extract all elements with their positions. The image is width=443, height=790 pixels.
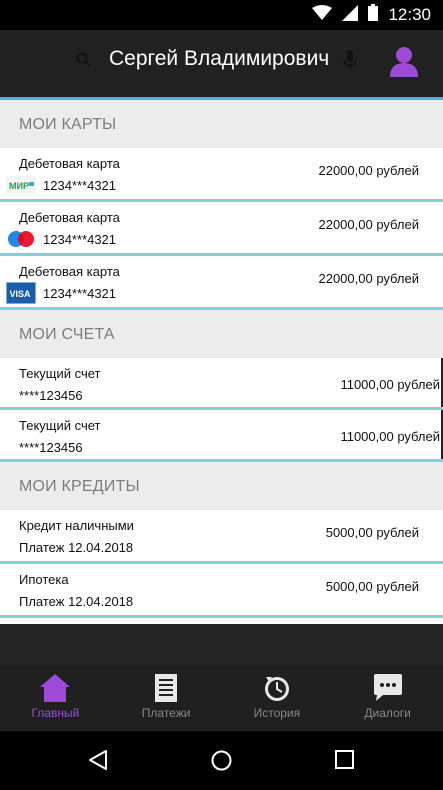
- card-balance: 22000,00 рублей: [318, 163, 419, 178]
- credit-payment-date: Платеж 12.04.2018: [19, 594, 134, 609]
- nav-item-payments[interactable]: Платежи: [111, 665, 222, 731]
- visa-logo-icon: VISA: [5, 281, 37, 305]
- nav-label: История: [253, 706, 301, 720]
- receipt-icon: [150, 673, 182, 703]
- credit-row[interactable]: Ипотека Платеж 12.04.2018 5000,00 рублей: [0, 564, 443, 618]
- card-title: Дебетовая карта: [19, 156, 120, 171]
- nav-label: Главный: [31, 706, 80, 720]
- nav-item-dialogs[interactable]: Диалоги: [332, 665, 443, 731]
- card-number: 1234***4321: [43, 286, 117, 301]
- mastercard-logo-icon: [6, 228, 36, 250]
- home-button-icon[interactable]: [211, 750, 232, 771]
- svg-text:VISA: VISA: [10, 289, 32, 299]
- history-icon: [261, 673, 293, 703]
- card-number: 1234***4321: [43, 232, 117, 247]
- nav-item-history[interactable]: История: [222, 665, 333, 731]
- section-title: МОИ КРЕДИТЫ: [19, 478, 140, 495]
- bottom-navigation: Главный Платежи История Диалоги: [0, 665, 443, 731]
- nav-label: Платежи: [141, 706, 191, 720]
- credit-amount: 5000,00 рублей: [325, 579, 419, 594]
- account-title: Текущий счет: [19, 366, 101, 381]
- search-icon[interactable]: [76, 52, 92, 68]
- account-row[interactable]: Текущий счет ****123456 11000,00 рублей: [0, 410, 443, 462]
- credit-amount: 5000,00 рублей: [325, 525, 419, 540]
- card-row[interactable]: Дебетовая карта VISA 1234***4321 22000,0…: [0, 256, 443, 310]
- card-row[interactable]: Дебетовая карта 1234***4321 22000,00 руб…: [0, 202, 443, 256]
- back-icon[interactable]: [88, 750, 108, 770]
- home-icon: [39, 673, 71, 703]
- content-footer-band: [0, 624, 443, 665]
- card-balance: 22000,00 рублей: [318, 271, 419, 286]
- account-number: ****123456: [19, 388, 83, 403]
- battery-icon: [368, 4, 379, 26]
- chat-icon: [372, 673, 404, 703]
- status-bar: 12:30: [0, 0, 443, 30]
- account-title: Текущий счет: [19, 418, 101, 433]
- status-time: 12:30: [388, 5, 431, 24]
- nav-item-home[interactable]: Главный: [0, 665, 111, 731]
- signal-icon: [342, 4, 359, 26]
- account-number: ****123456: [19, 440, 83, 455]
- page-title: Сергей Владимирович: [109, 47, 330, 70]
- wifi-icon: [312, 4, 333, 26]
- card-title: Дебетовая карта: [19, 210, 120, 225]
- svg-text:МИР: МИР: [9, 181, 29, 191]
- app-bar: Сергей Владимирович: [0, 30, 443, 97]
- section-header-credits: МОИ КРЕДИТЫ: [0, 462, 443, 510]
- main-content: МОИ КАРТЫ Дебетовая карта МИР 1234***432…: [0, 97, 443, 624]
- account-balance: 11000,00 рублей: [340, 429, 440, 444]
- section-header-accounts: МОИ СЧЕТА: [0, 310, 443, 358]
- mir-logo-icon: МИР: [6, 174, 36, 196]
- credit-title: Ипотека: [19, 572, 69, 587]
- recent-apps-icon[interactable]: [335, 750, 354, 769]
- section-title: МОИ СЧЕТА: [19, 326, 115, 343]
- section-title: МОИ КАРТЫ: [19, 116, 117, 133]
- section-header-cards: МОИ КАРТЫ: [0, 100, 443, 148]
- card-row[interactable]: Дебетовая карта МИР 1234***4321 22000,00…: [0, 148, 443, 202]
- microphone-icon[interactable]: [343, 50, 357, 70]
- system-navigation-bar: [0, 731, 443, 790]
- card-number: 1234***4321: [43, 178, 117, 193]
- credit-payment-date: Платеж 12.04.2018: [19, 540, 134, 555]
- card-title: Дебетовая карта: [19, 264, 120, 279]
- card-balance: 22000,00 рублей: [318, 217, 419, 232]
- nav-label: Диалоги: [364, 706, 411, 720]
- account-balance: 11000,00 рублей: [340, 377, 440, 392]
- credit-row[interactable]: Кредит наличными Платеж 12.04.2018 5000,…: [0, 510, 443, 564]
- account-row[interactable]: Текущий счет ****123456 11000,00 рублей: [0, 358, 443, 410]
- user-profile-icon[interactable]: [388, 45, 420, 77]
- credit-title: Кредит наличными: [19, 518, 134, 533]
